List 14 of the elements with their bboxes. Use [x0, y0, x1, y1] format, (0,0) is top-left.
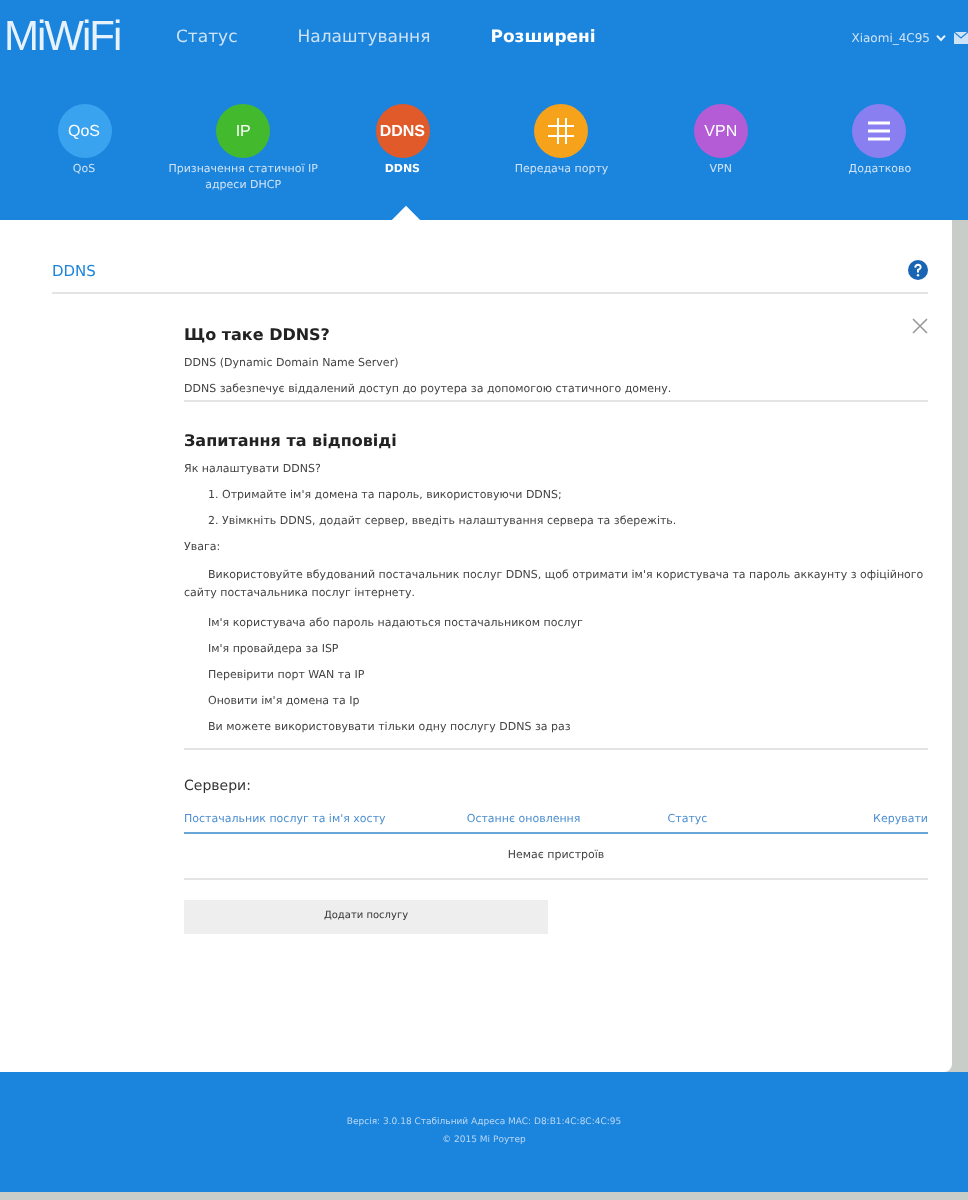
nav-tab[interactable]: Розширені [490, 28, 596, 48]
feature-icon: IP [216, 104, 271, 158]
envelope-icon[interactable] [954, 32, 968, 44]
nav-tab[interactable]: Налаштування [297, 28, 431, 48]
help-icon[interactable] [908, 260, 928, 280]
logo: MiWiFi [4, 14, 123, 62]
feature-icon: VPN [693, 104, 748, 158]
nav-tab[interactable]: Статус [176, 28, 238, 48]
feature-icon: DDNS [375, 104, 430, 158]
feature-icon: QoS [57, 104, 111, 158]
help-title: Що таке DDNS? [184, 324, 330, 344]
close-icon[interactable] [912, 318, 928, 334]
caret-icon[interactable] [936, 34, 946, 42]
faq-title: Запитання та відповіді [184, 430, 397, 450]
